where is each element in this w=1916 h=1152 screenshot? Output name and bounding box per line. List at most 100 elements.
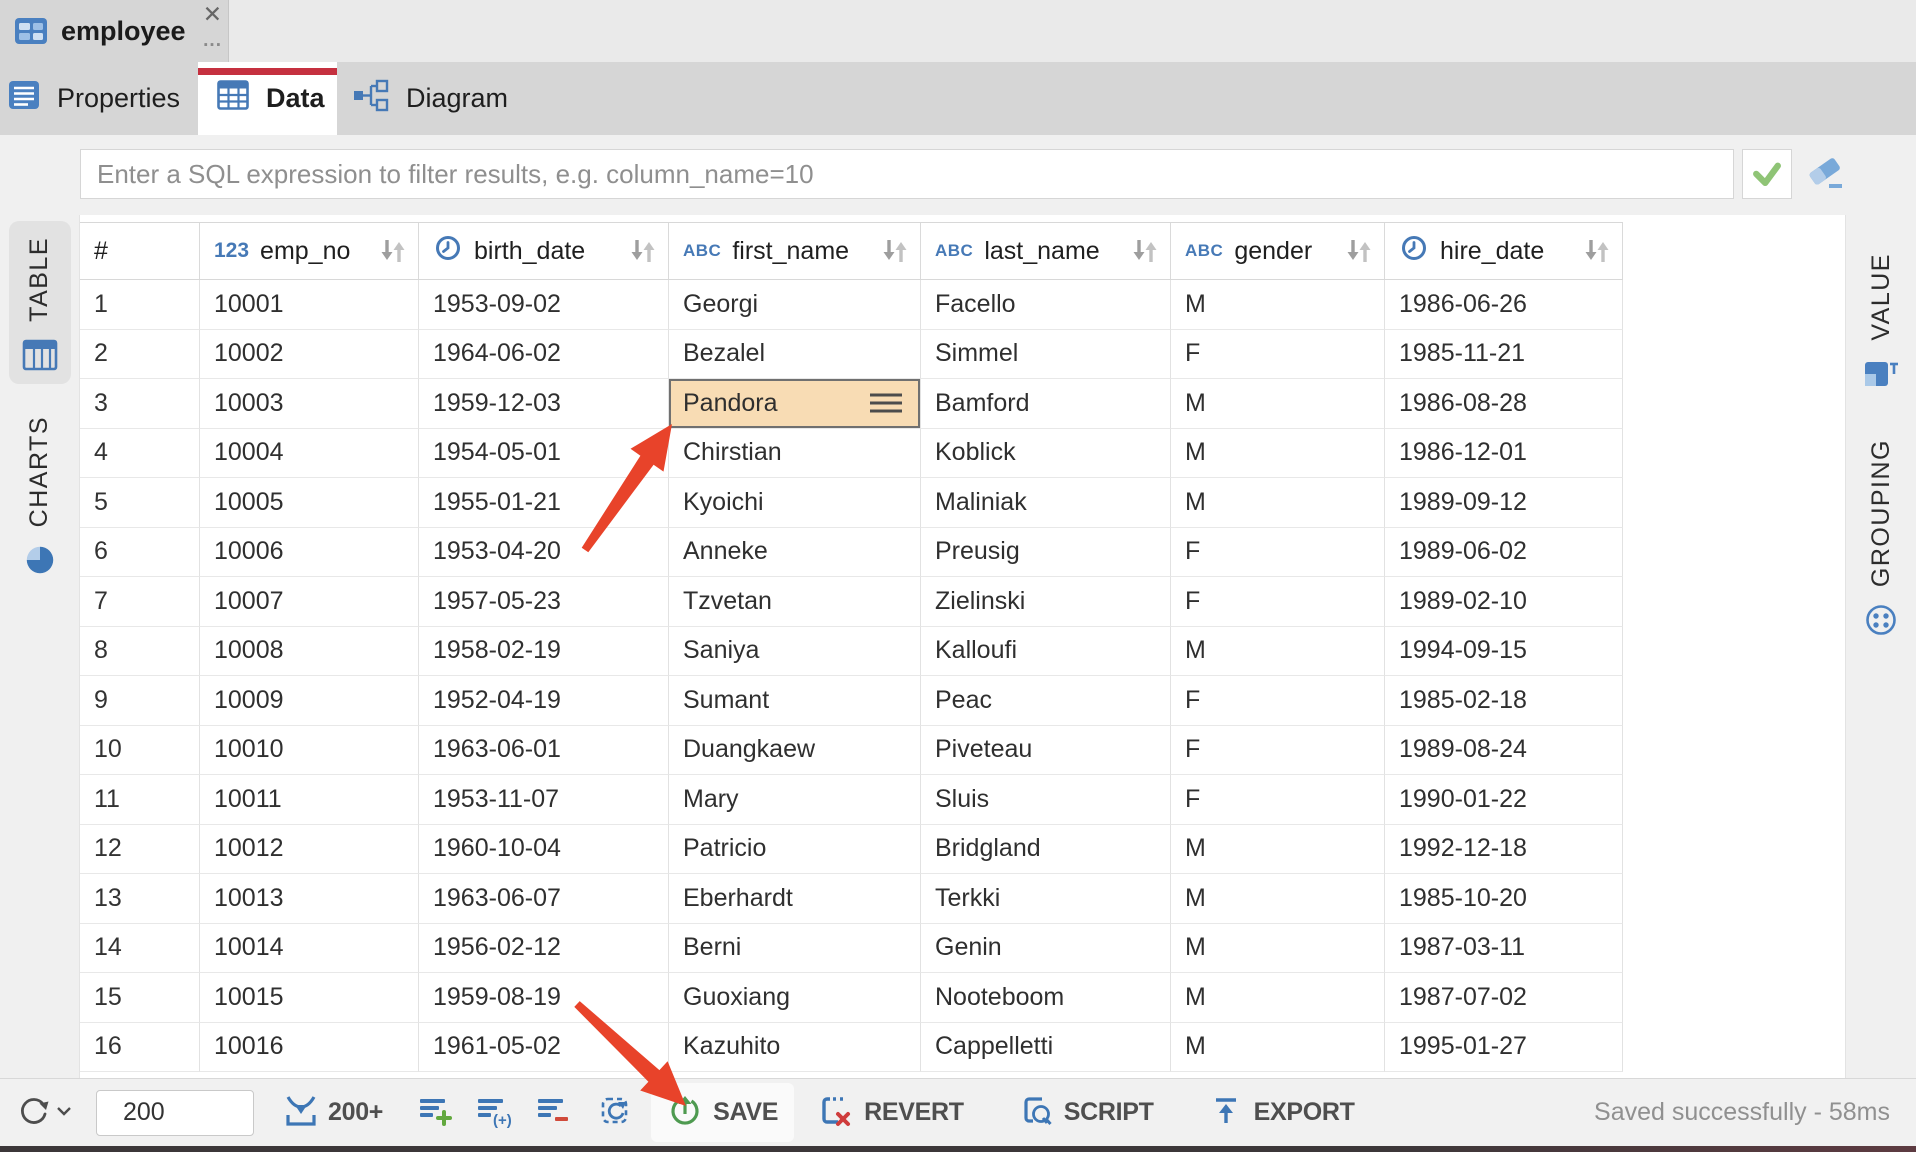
table-cell[interactable]: Bezalel (669, 330, 921, 380)
table-cell[interactable]: 10016 (200, 1023, 419, 1073)
table-cell[interactable]: Sumant (669, 676, 921, 726)
rail-tab-charts[interactable]: CHARTS (9, 400, 71, 589)
sort-icon[interactable] (1344, 238, 1374, 264)
save-button[interactable]: SAVE (651, 1083, 794, 1142)
table-cell[interactable]: Chirstian (669, 429, 921, 479)
rail-tab-grouping[interactable]: GROUPING (1850, 423, 1912, 649)
tab-diagram[interactable]: Diagram (337, 62, 562, 135)
table-cell[interactable]: Saniya (669, 627, 921, 677)
sort-icon[interactable] (880, 238, 910, 264)
table-cell[interactable]: 10003 (200, 379, 419, 429)
close-tab-icon[interactable]: ✕ (203, 0, 222, 28)
tab-properties[interactable]: Properties (0, 62, 198, 135)
table-cell[interactable]: 1986-12-01 (1385, 429, 1623, 479)
table-cell[interactable]: 1989-08-24 (1385, 726, 1623, 776)
table-cell[interactable]: 1964-06-02 (419, 330, 669, 380)
table-cell[interactable]: 1989-06-02 (1385, 528, 1623, 578)
table-cell[interactable]: 10009 (200, 676, 419, 726)
table-cell[interactable]: Berni (669, 924, 921, 974)
table-cell[interactable]: Kazuhito (669, 1023, 921, 1073)
fetch-more-button[interactable]: 200+ (282, 1092, 383, 1133)
table-cell[interactable]: 1987-07-02 (1385, 973, 1623, 1023)
table-cell[interactable]: F (1171, 726, 1385, 776)
table-cell[interactable]: M (1171, 924, 1385, 974)
table-cell[interactable]: 10012 (200, 825, 419, 875)
file-tab-employee[interactable]: employee ✕ ... (0, 0, 229, 62)
table-cell[interactable]: 1994-09-15 (1385, 627, 1623, 677)
add-row-button[interactable] (417, 1092, 455, 1133)
row-limit-input[interactable] (96, 1090, 254, 1136)
table-cell[interactable]: 1960-10-04 (419, 825, 669, 875)
table-cell[interactable]: Facello (921, 280, 1171, 330)
clear-filter-button[interactable] (1802, 151, 1850, 197)
table-cell[interactable]: F (1171, 330, 1385, 380)
sort-icon[interactable] (1582, 238, 1612, 264)
table-cell[interactable]: 10015 (200, 973, 419, 1023)
table-cell[interactable]: 1959-08-19 (419, 973, 669, 1023)
table-cell[interactable]: 1986-08-28 (1385, 379, 1623, 429)
table-cell[interactable]: Bamford (921, 379, 1171, 429)
table-cell[interactable]: Duangkaew (669, 726, 921, 776)
tab-overflow-icon[interactable]: ... (203, 30, 222, 52)
table-cell[interactable]: 1959-12-03 (419, 379, 669, 429)
table-cell[interactable]: 10001 (200, 280, 419, 330)
column-header-gender[interactable]: ABC gender (1171, 223, 1385, 279)
table-cell[interactable]: Patricio (669, 825, 921, 875)
table-cell[interactable]: F (1171, 775, 1385, 825)
table-cell[interactable]: M (1171, 1023, 1385, 1073)
table-cell[interactable]: 10008 (200, 627, 419, 677)
table-cell[interactable]: 10004 (200, 429, 419, 479)
table-cell[interactable]: 1953-04-20 (419, 528, 669, 578)
apply-filter-button[interactable] (1742, 149, 1792, 199)
table-cell[interactable]: Terkki (921, 874, 1171, 924)
table-cell[interactable]: 1989-02-10 (1385, 577, 1623, 627)
table-cell[interactable]: F (1171, 577, 1385, 627)
table-cell[interactable]: 1985-02-18 (1385, 676, 1623, 726)
table-cell[interactable]: M (1171, 429, 1385, 479)
sort-icon[interactable] (1130, 238, 1160, 264)
table-cell[interactable]: 1986-06-26 (1385, 280, 1623, 330)
table-cell[interactable]: Nooteboom (921, 973, 1171, 1023)
revert-button[interactable]: REVERT (802, 1083, 980, 1142)
refresh-row-button[interactable] (597, 1092, 635, 1133)
sort-icon[interactable] (628, 238, 658, 264)
table-cell[interactable]: Peac (921, 676, 1171, 726)
table-cell[interactable]: 10006 (200, 528, 419, 578)
table-cell[interactable]: Koblick (921, 429, 1171, 479)
table-cell[interactable]: Kyoichi (669, 478, 921, 528)
table-cell[interactable]: 1990-01-22 (1385, 775, 1623, 825)
column-header-last-name[interactable]: ABC last_name (921, 223, 1171, 279)
table-cell[interactable]: 1954-05-01 (419, 429, 669, 479)
table-cell[interactable]: M (1171, 973, 1385, 1023)
table-cell[interactable]: 10010 (200, 726, 419, 776)
column-header-rownum[interactable]: # (80, 223, 200, 279)
table-cell[interactable]: M (1171, 874, 1385, 924)
table-cell[interactable]: F (1171, 528, 1385, 578)
rail-tab-value[interactable]: VALUE (1850, 237, 1912, 403)
delete-row-button[interactable] (535, 1092, 573, 1133)
table-cell[interactable]: 1953-11-07 (419, 775, 669, 825)
table-cell[interactable]: Zielinski (921, 577, 1171, 627)
table-cell[interactable]: 10007 (200, 577, 419, 627)
export-button[interactable]: EXPORT (1192, 1083, 1371, 1142)
table-cell[interactable]: 1992-12-18 (1385, 825, 1623, 875)
table-cell[interactable]: 10014 (200, 924, 419, 974)
table-cell[interactable]: 1955-01-21 (419, 478, 669, 528)
table-cell[interactable]: Mary (669, 775, 921, 825)
table-cell[interactable]: 10005 (200, 478, 419, 528)
table-cell[interactable]: Piveteau (921, 726, 1171, 776)
table-cell[interactable]: Genin (921, 924, 1171, 974)
refresh-button[interactable] (16, 1093, 72, 1132)
table-cell[interactable]: M (1171, 280, 1385, 330)
column-header-emp-no[interactable]: 123 emp_no (200, 223, 419, 279)
table-cell[interactable]: 10013 (200, 874, 419, 924)
table-cell[interactable]: 1995-01-27 (1385, 1023, 1623, 1073)
table-cell[interactable]: Guoxiang (669, 973, 921, 1023)
tab-data[interactable]: Data (198, 62, 337, 135)
table-cell[interactable]: Bridgland (921, 825, 1171, 875)
sort-icon[interactable] (378, 238, 408, 264)
table-cell[interactable]: Eberhardt (669, 874, 921, 924)
column-header-first-name[interactable]: ABC first_name (669, 223, 921, 279)
table-cell[interactable]: Maliniak (921, 478, 1171, 528)
table-cell[interactable]: M (1171, 825, 1385, 875)
